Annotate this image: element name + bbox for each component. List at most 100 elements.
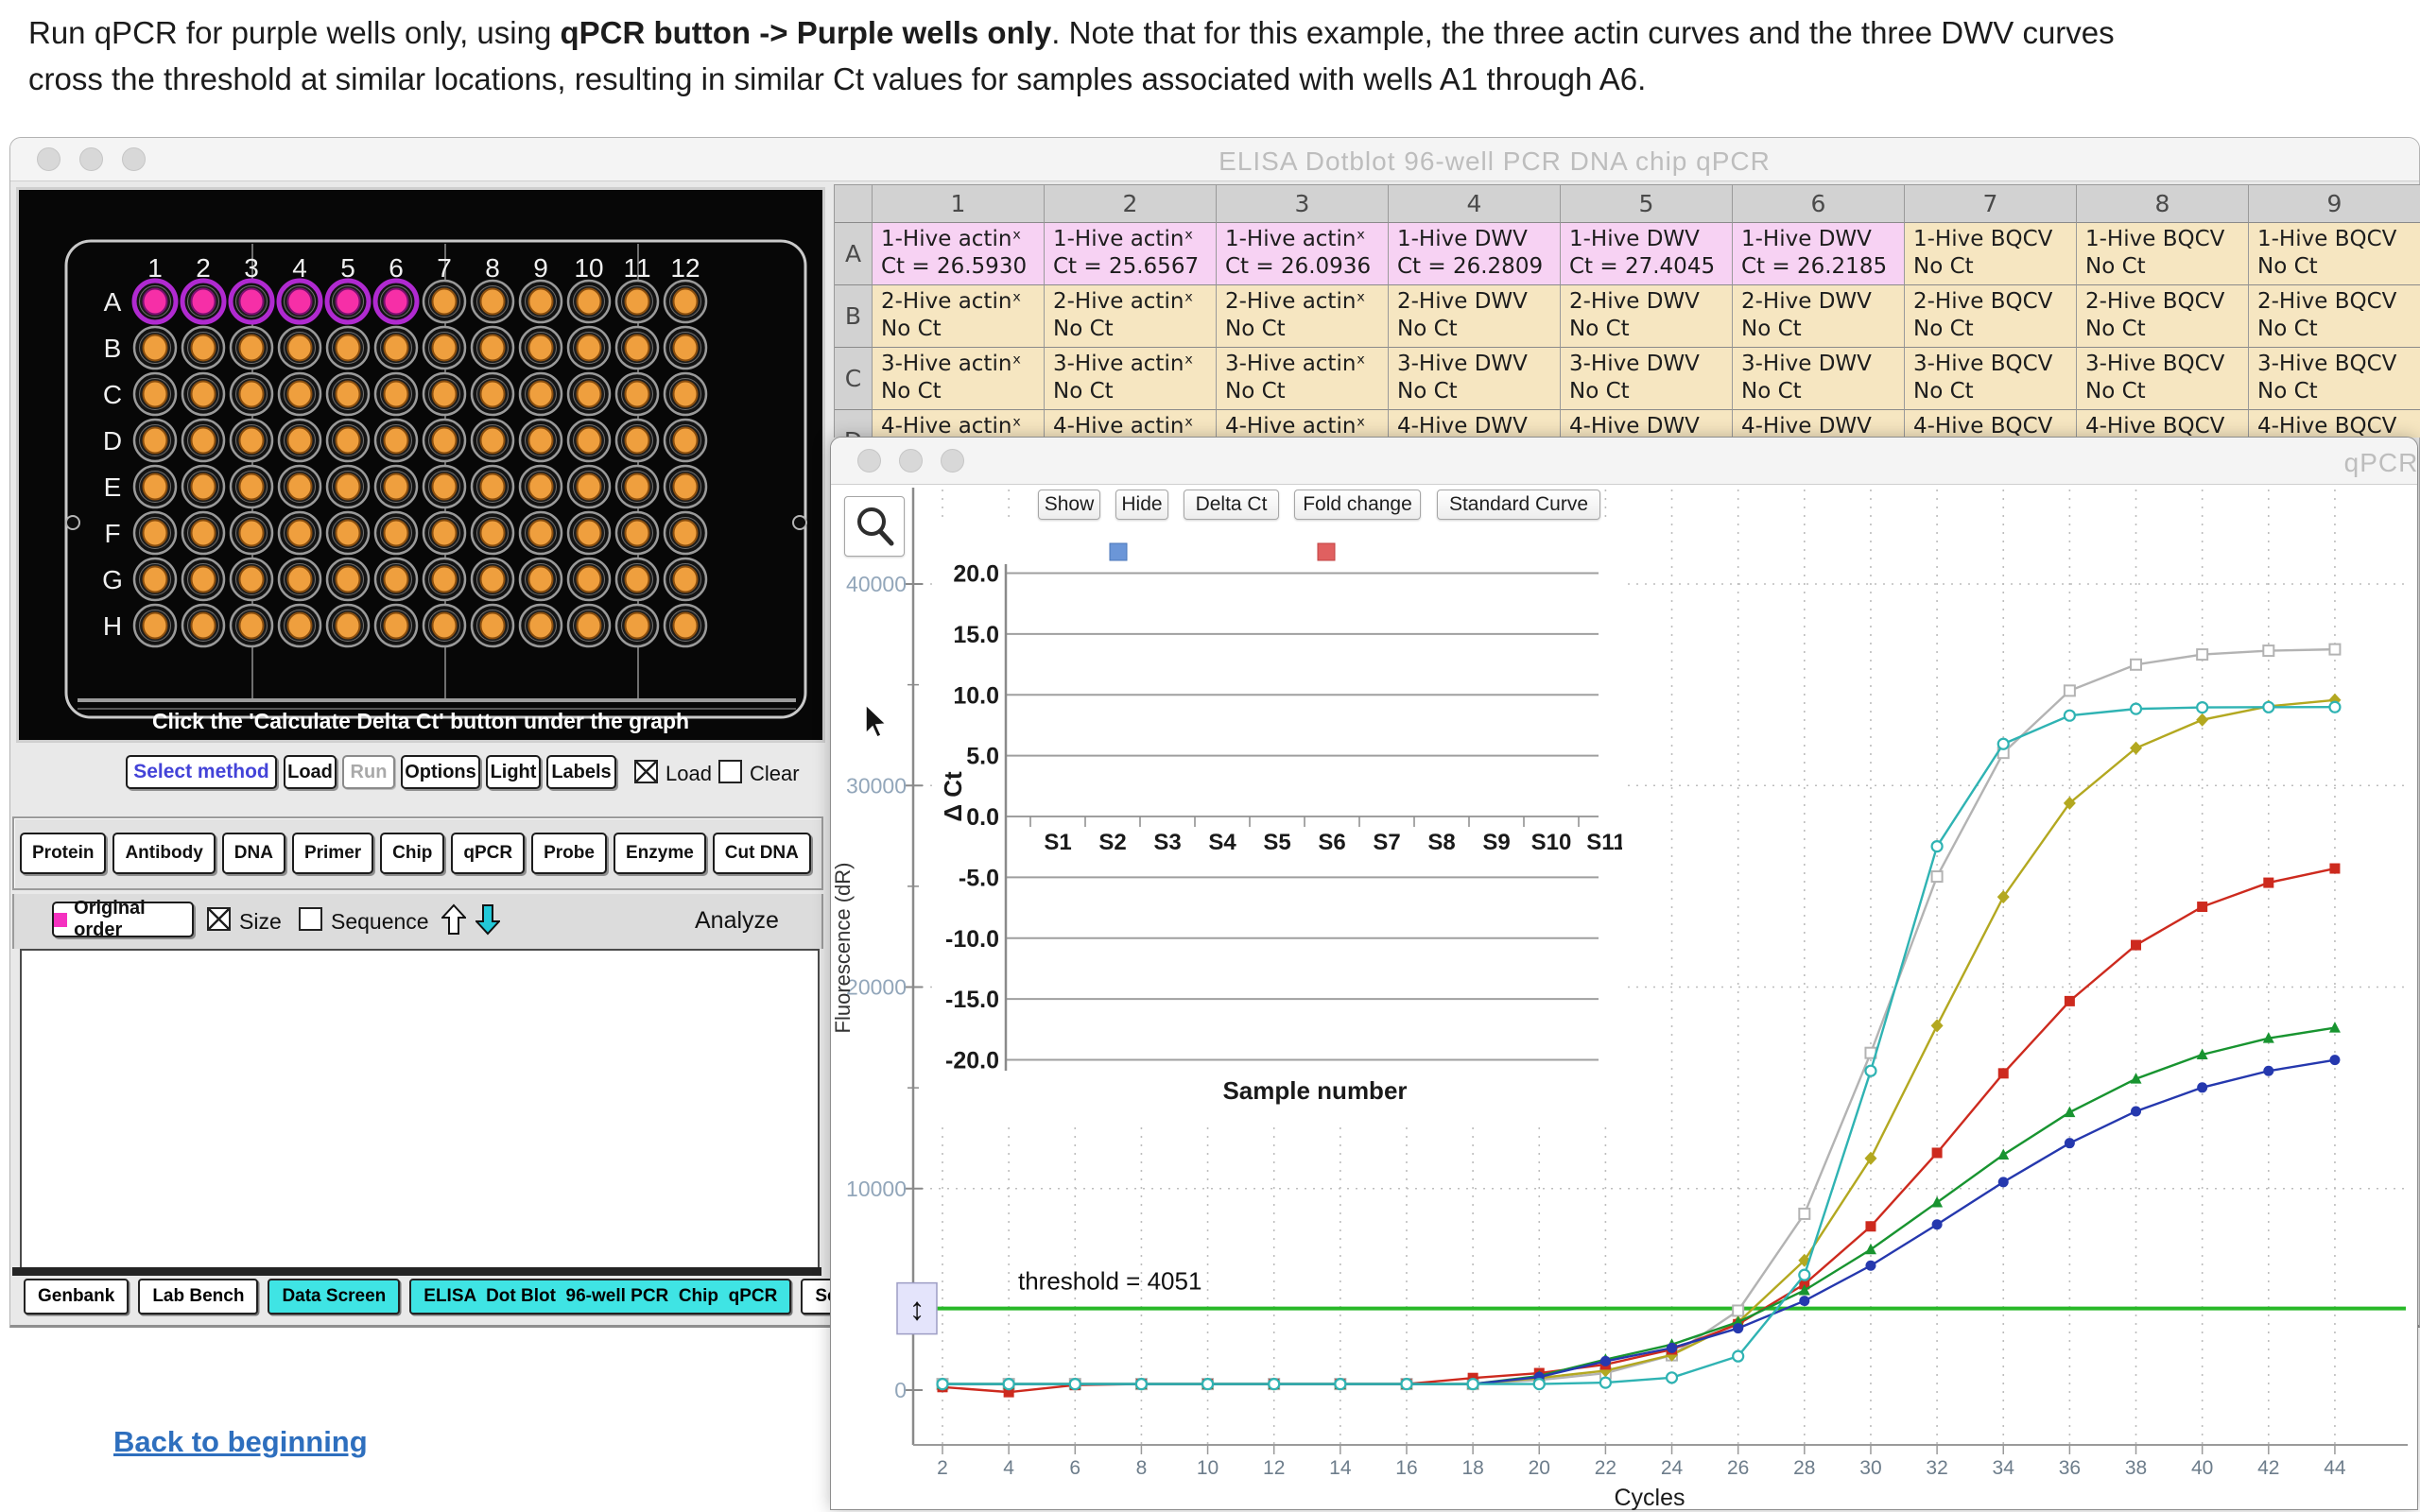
protein-button[interactable]: Protein <box>20 833 106 874</box>
qpcr-zoom-button[interactable] <box>941 449 964 472</box>
well-H6[interactable] <box>375 605 417 646</box>
well-C1[interactable] <box>134 373 176 415</box>
well-F9[interactable] <box>520 512 562 554</box>
sort-up-arrow-icon[interactable] <box>441 903 466 936</box>
size-checkbox[interactable] <box>207 907 231 931</box>
well-D9[interactable] <box>520 420 562 461</box>
well-A11[interactable] <box>616 281 658 322</box>
sort-down-arrow-icon[interactable] <box>475 903 500 936</box>
antibody-button[interactable]: Antibody <box>112 833 215 874</box>
window-minimize-button[interactable] <box>79 147 103 171</box>
well-E7[interactable] <box>424 466 465 507</box>
tab-lab-bench[interactable]: Lab Bench <box>138 1279 258 1314</box>
well-H3[interactable] <box>231 605 272 646</box>
threshold-drag-handle[interactable]: ↕ <box>897 1283 937 1334</box>
well-H12[interactable] <box>665 605 706 646</box>
well-D10[interactable] <box>568 420 610 461</box>
well-G1[interactable] <box>134 558 176 600</box>
well-D7[interactable] <box>424 420 465 461</box>
well-F3[interactable] <box>231 512 272 554</box>
well-B7[interactable] <box>424 327 465 369</box>
well-E5[interactable] <box>327 466 369 507</box>
well-B1[interactable] <box>134 327 176 369</box>
options-button[interactable]: Options <box>401 755 480 789</box>
chip-button[interactable]: Chip <box>380 833 444 874</box>
well-A8[interactable] <box>472 281 513 322</box>
well-F6[interactable] <box>375 512 417 554</box>
tab-genbank[interactable]: Genbank <box>24 1279 129 1314</box>
zoom-tool-button[interactable] <box>844 496 905 557</box>
well-D6[interactable] <box>375 420 417 461</box>
well-B9[interactable] <box>520 327 562 369</box>
well-G12[interactable] <box>665 558 706 600</box>
well-B10[interactable] <box>568 327 610 369</box>
well-B3[interactable] <box>231 327 272 369</box>
well-F1[interactable] <box>134 512 176 554</box>
well-F4[interactable] <box>279 512 320 554</box>
well-G9[interactable] <box>520 558 562 600</box>
well-D11[interactable] <box>616 420 658 461</box>
well-A3[interactable] <box>231 281 272 322</box>
well-C5[interactable] <box>327 373 369 415</box>
well-G4[interactable] <box>279 558 320 600</box>
well-E3[interactable] <box>231 466 272 507</box>
well-A10[interactable] <box>568 281 610 322</box>
well-E4[interactable] <box>279 466 320 507</box>
well-G2[interactable] <box>182 558 224 600</box>
well-H2[interactable] <box>182 605 224 646</box>
select-method-button[interactable]: Select method <box>126 755 277 789</box>
well-H7[interactable] <box>424 605 465 646</box>
hide-button[interactable]: Hide <box>1115 490 1168 520</box>
well-H1[interactable] <box>134 605 176 646</box>
well-C6[interactable] <box>375 373 417 415</box>
sequence-list-box[interactable] <box>20 949 820 1274</box>
well-G6[interactable] <box>375 558 417 600</box>
well-E1[interactable] <box>134 466 176 507</box>
well-C11[interactable] <box>616 373 658 415</box>
load-button[interactable]: Load <box>284 755 337 789</box>
well-F12[interactable] <box>665 512 706 554</box>
primer-button[interactable]: Primer <box>292 833 373 874</box>
well-C12[interactable] <box>665 373 706 415</box>
well-H4[interactable] <box>279 605 320 646</box>
well-G11[interactable] <box>616 558 658 600</box>
show-button[interactable]: Show <box>1038 490 1100 520</box>
well-D5[interactable] <box>327 420 369 461</box>
well-A9[interactable] <box>520 281 562 322</box>
clear-checkbox[interactable] <box>718 760 742 783</box>
well-G10[interactable] <box>568 558 610 600</box>
well-E6[interactable] <box>375 466 417 507</box>
well-F11[interactable] <box>616 512 658 554</box>
tab-data-screen[interactable]: Data Screen <box>268 1279 400 1314</box>
well-B4[interactable] <box>279 327 320 369</box>
load-checkbox[interactable] <box>634 760 658 783</box>
well-F7[interactable] <box>424 512 465 554</box>
well-C3[interactable] <box>231 373 272 415</box>
well-D8[interactable] <box>472 420 513 461</box>
well-H11[interactable] <box>616 605 658 646</box>
well-F5[interactable] <box>327 512 369 554</box>
standard-curve-button[interactable]: Standard Curve <box>1437 490 1600 520</box>
well-H8[interactable] <box>472 605 513 646</box>
fold-change-button[interactable]: Fold change <box>1294 490 1421 520</box>
window-zoom-button[interactable] <box>122 147 146 171</box>
probe-button[interactable]: Probe <box>531 833 607 874</box>
well-G3[interactable] <box>231 558 272 600</box>
well-D4[interactable] <box>279 420 320 461</box>
well-C2[interactable] <box>182 373 224 415</box>
enzyme-button[interactable]: Enzyme <box>614 833 706 874</box>
cut-dna-button[interactable]: Cut DNA <box>713 833 811 874</box>
qpcr-close-button[interactable] <box>857 449 881 472</box>
well-C7[interactable] <box>424 373 465 415</box>
well-E9[interactable] <box>520 466 562 507</box>
well-B11[interactable] <box>616 327 658 369</box>
well-E8[interactable] <box>472 466 513 507</box>
light-button[interactable]: Light <box>486 755 541 789</box>
well-G5[interactable] <box>327 558 369 600</box>
well-A5[interactable] <box>327 281 369 322</box>
analyze-label[interactable]: Analyze <box>695 907 779 935</box>
well-A4[interactable] <box>279 281 320 322</box>
tab-elisa-dot-blot-96-well-pcr-chip-qpcr[interactable]: ELISA Dot Blot 96-well PCR Chip qPCR <box>409 1279 791 1314</box>
well-F2[interactable] <box>182 512 224 554</box>
well-D2[interactable] <box>182 420 224 461</box>
